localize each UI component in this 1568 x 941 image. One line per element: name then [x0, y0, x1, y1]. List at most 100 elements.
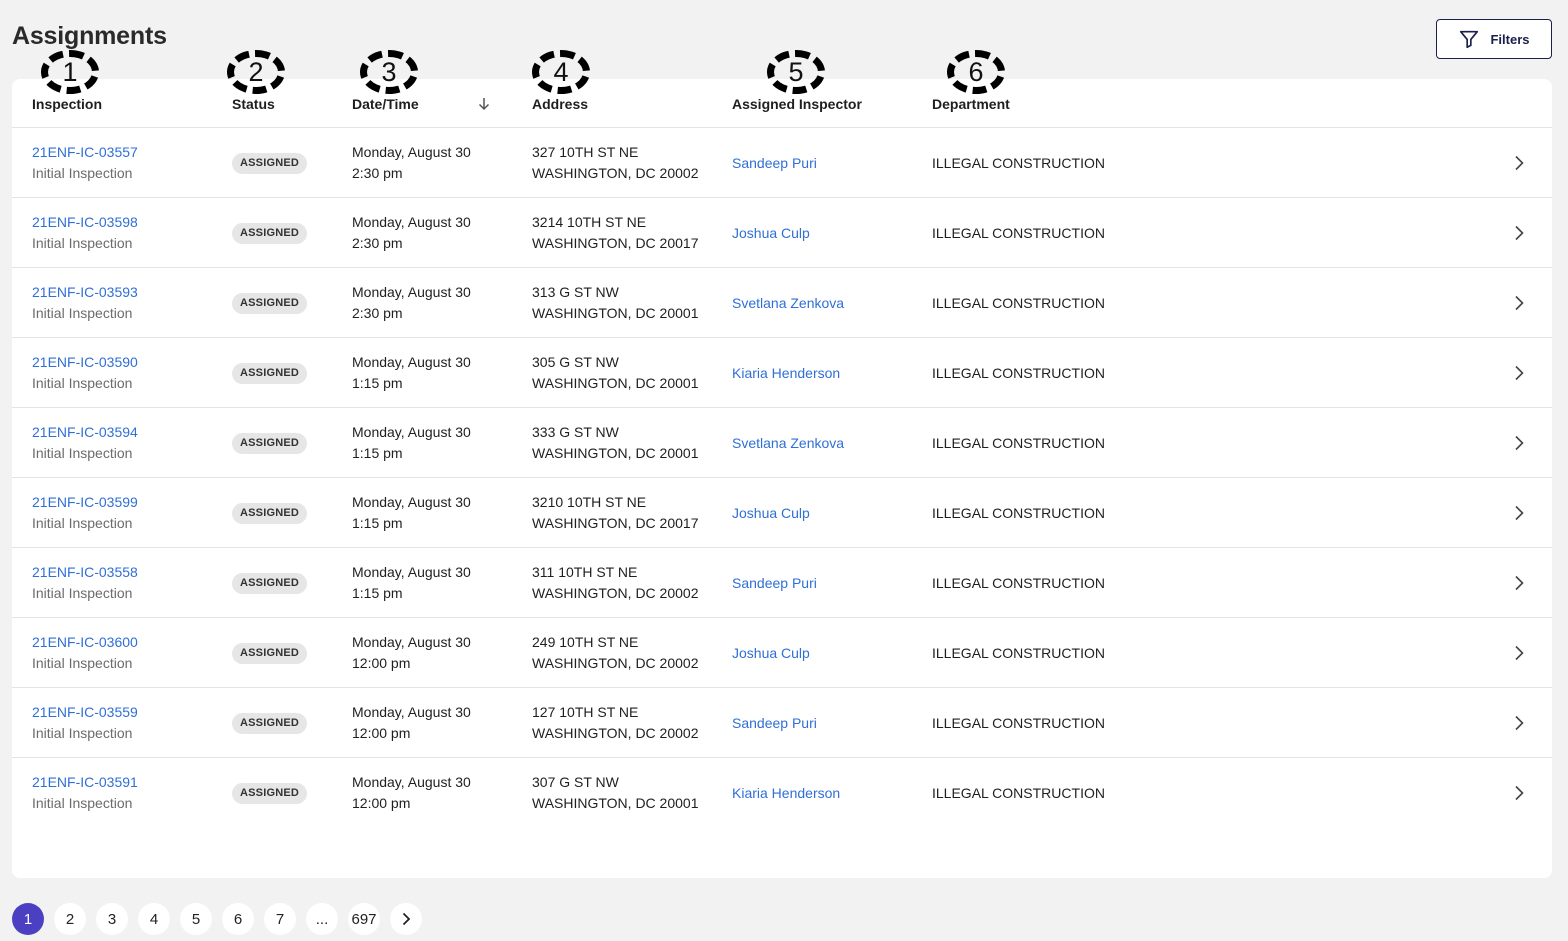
column-marker: 3	[360, 50, 418, 94]
status-badge: ASSIGNED	[232, 293, 308, 314]
inspection-type: Initial Inspection	[32, 375, 133, 391]
pagination-ellipsis: ...	[306, 903, 338, 935]
status-badge: ASSIGNED	[232, 783, 308, 804]
inspector-link[interactable]: Joshua Culp	[732, 223, 810, 244]
chevron-right-icon[interactable]	[1512, 505, 1526, 521]
inspector-link[interactable]: Joshua Culp	[732, 643, 810, 664]
table-row[interactable]: 21ENF-IC-03600 Initial Inspection ASSIGNED…	[12, 618, 1552, 688]
status-badge: ASSIGNED	[232, 153, 308, 174]
chevron-right-icon[interactable]	[1512, 155, 1526, 171]
chevron-right-icon	[402, 912, 411, 926]
inspector-link[interactable]: Svetlana Zenkova	[732, 433, 844, 454]
inspection-type: Initial Inspection	[32, 235, 133, 251]
inspection-id-link[interactable]: 21ENF-IC-03600	[32, 632, 138, 653]
department: ILLEGAL CONSTRUCTION	[932, 295, 1105, 311]
inspection-id-link[interactable]: 21ENF-IC-03591	[32, 772, 138, 793]
inspection-time: 1:15 pm	[352, 515, 403, 531]
page-button[interactable]: 1	[12, 903, 44, 935]
table-row[interactable]: 21ENF-IC-03598 Initial Inspection ASSIGNED…	[12, 198, 1552, 268]
table-row[interactable]: 21ENF-IC-03599 Initial Inspection ASSIGNED…	[12, 478, 1552, 548]
address-city: WASHINGTON, DC 20002	[532, 725, 699, 741]
status-badge: ASSIGNED	[232, 363, 308, 384]
column-marker: 1	[41, 50, 99, 94]
chevron-right-icon[interactable]	[1512, 785, 1526, 801]
chevron-right-icon[interactable]	[1512, 295, 1526, 311]
chevron-right-icon[interactable]	[1512, 365, 1526, 381]
page-button[interactable]: 4	[138, 903, 170, 935]
inspector-link[interactable]: Joshua Culp	[732, 503, 810, 524]
assignments-table: 1 2 3 4 5 6 Inspection Status Date/Time …	[12, 50, 1552, 878]
address-street: 305 G ST NW	[532, 354, 619, 370]
column-marker: 2	[227, 50, 285, 94]
table-row[interactable]: 21ENF-IC-03558 Initial Inspection ASSIGNED…	[12, 548, 1552, 618]
pagination: 1 2 3 4 5 6 7... 697	[12, 903, 422, 935]
chevron-right-icon[interactable]	[1512, 645, 1526, 661]
column-header-inspection[interactable]: Inspection	[32, 96, 102, 112]
page-button[interactable]: 5	[180, 903, 212, 935]
chevron-right-icon[interactable]	[1512, 715, 1526, 731]
inspector-link[interactable]: Kiaria Henderson	[732, 363, 840, 384]
page-button[interactable]: 2	[54, 903, 86, 935]
inspection-type: Initial Inspection	[32, 795, 133, 811]
table-row[interactable]: 21ENF-IC-03590 Initial Inspection ASSIGNED…	[12, 338, 1552, 408]
column-header-datetime[interactable]: Date/Time	[352, 96, 419, 112]
department: ILLEGAL CONSTRUCTION	[932, 225, 1105, 241]
inspection-time: 1:15 pm	[352, 445, 403, 461]
address-street: 3210 10TH ST NE	[532, 494, 647, 510]
page-button[interactable]: 6	[222, 903, 254, 935]
inspector-link[interactable]: Sandeep Puri	[732, 573, 817, 594]
column-header-inspector[interactable]: Assigned Inspector	[732, 96, 862, 112]
table-row[interactable]: 21ENF-IC-03594 Initial Inspection ASSIGNED…	[12, 408, 1552, 478]
inspection-id-link[interactable]: 21ENF-IC-03598	[32, 212, 138, 233]
inspection-time: 12:00 pm	[352, 795, 411, 811]
inspection-id-link[interactable]: 21ENF-IC-03559	[32, 702, 138, 723]
column-marker: 4	[532, 50, 590, 94]
address-street: 313 G ST NW	[532, 284, 619, 300]
inspector-link[interactable]: Svetlana Zenkova	[732, 293, 844, 314]
inspection-id-link[interactable]: 21ENF-IC-03593	[32, 282, 138, 303]
inspector-link[interactable]: Sandeep Puri	[732, 713, 817, 734]
address-city: WASHINGTON, DC 20002	[532, 655, 699, 671]
chevron-right-icon[interactable]	[1512, 225, 1526, 241]
inspection-id-link[interactable]: 21ENF-IC-03557	[32, 142, 138, 163]
page-button[interactable]: 3	[96, 903, 128, 935]
table-row[interactable]: 21ENF-IC-03559 Initial Inspection ASSIGNED…	[12, 688, 1552, 758]
inspection-date: Monday, August 30	[352, 354, 471, 370]
status-badge: ASSIGNED	[232, 503, 308, 524]
inspection-id-link[interactable]: 21ENF-IC-03599	[32, 492, 138, 513]
column-header-status[interactable]: Status	[232, 96, 275, 112]
department: ILLEGAL CONSTRUCTION	[932, 505, 1105, 521]
inspection-id-link[interactable]: 21ENF-IC-03594	[32, 422, 138, 443]
inspection-date: Monday, August 30	[352, 774, 471, 790]
chevron-right-icon[interactable]	[1512, 575, 1526, 591]
address-street: 127 10TH ST NE	[532, 704, 639, 720]
table-row[interactable]: 21ENF-IC-03591 Initial Inspection ASSIGNED…	[12, 758, 1552, 828]
address-city: WASHINGTON, DC 20001	[532, 375, 699, 391]
page-button[interactable]: 7	[264, 903, 296, 935]
address-street: 307 G ST NW	[532, 774, 619, 790]
department: ILLEGAL CONSTRUCTION	[932, 155, 1105, 171]
status-badge: ASSIGNED	[232, 573, 308, 594]
arrow-down-icon[interactable]	[477, 96, 491, 112]
address-street: 249 10TH ST NE	[532, 634, 639, 650]
filters-button[interactable]: Filters	[1436, 19, 1552, 59]
department: ILLEGAL CONSTRUCTION	[932, 645, 1105, 661]
page-button[interactable]: 697	[348, 903, 380, 935]
inspector-link[interactable]: Sandeep Puri	[732, 153, 817, 174]
column-marker: 6	[947, 50, 1005, 94]
next-page-button[interactable]	[390, 903, 422, 935]
address-city: WASHINGTON, DC 20002	[532, 585, 699, 601]
table-row[interactable]: 21ENF-IC-03557 Initial Inspection ASSIGNED…	[12, 128, 1552, 198]
table-row[interactable]: 21ENF-IC-03593 Initial Inspection ASSIGNED…	[12, 268, 1552, 338]
inspection-id-link[interactable]: 21ENF-IC-03590	[32, 352, 138, 373]
page-title: Assignments	[12, 22, 167, 50]
inspector-link[interactable]: Kiaria Henderson	[732, 783, 840, 804]
inspection-date: Monday, August 30	[352, 424, 471, 440]
status-badge: ASSIGNED	[232, 713, 308, 734]
address-city: WASHINGTON, DC 20001	[532, 305, 699, 321]
chevron-right-icon[interactable]	[1512, 435, 1526, 451]
inspection-type: Initial Inspection	[32, 515, 133, 531]
column-header-address[interactable]: Address	[532, 96, 588, 112]
column-header-department[interactable]: Department	[932, 96, 1010, 112]
inspection-id-link[interactable]: 21ENF-IC-03558	[32, 562, 138, 583]
